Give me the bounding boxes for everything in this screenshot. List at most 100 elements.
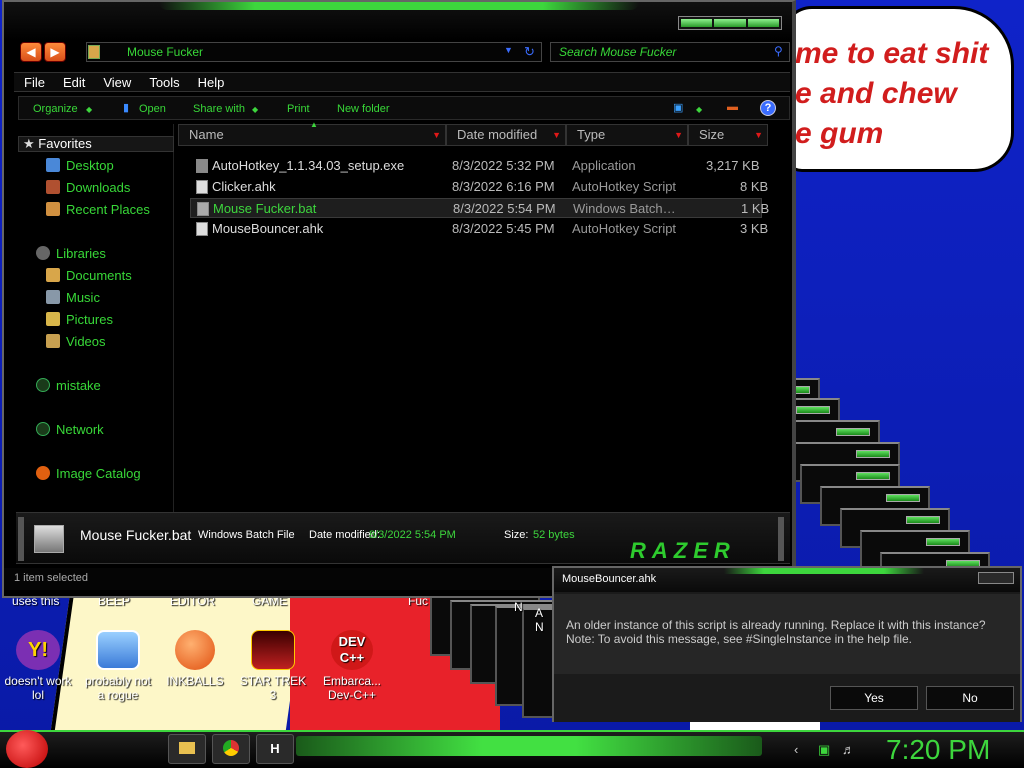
- view-icon[interactable]: ▣: [673, 101, 683, 114]
- chevron-down-icon[interactable]: ▼: [504, 45, 513, 55]
- navigation-pane: ★ Favorites Desktop Downloads Recent Pla…: [12, 124, 174, 512]
- menu-file[interactable]: File: [14, 73, 53, 91]
- titlebar-glow: [159, 2, 639, 10]
- search-input[interactable]: Search Mouse Fucker: [550, 42, 790, 62]
- desktop-label: A: [535, 606, 544, 620]
- open-button[interactable]: Open: [139, 103, 166, 115]
- help-icon[interactable]: ?: [760, 100, 776, 116]
- music-icon: [46, 290, 60, 304]
- favorites-header[interactable]: ★ Favorites: [18, 136, 174, 152]
- desktop-icon-rogue[interactable]: probably not a rogue: [80, 630, 156, 702]
- star-wars-icon: [251, 630, 295, 670]
- new-folder-button[interactable]: New folder: [337, 103, 390, 115]
- start-button[interactable]: [6, 730, 48, 768]
- sidebar-item-documents[interactable]: Documents: [46, 268, 132, 283]
- documents-icon: [46, 268, 60, 282]
- column-type[interactable]: Type ▼: [566, 124, 688, 146]
- sidebar-item-network[interactable]: Network: [36, 422, 104, 437]
- column-size[interactable]: Size ▼: [688, 124, 768, 146]
- sidebar-item-label: Network: [56, 422, 104, 437]
- sidebar-item-label: Recent Places: [66, 202, 150, 217]
- file-size: 3,217 KB: [706, 158, 760, 173]
- show-hidden-icons[interactable]: ‹: [794, 742, 798, 757]
- volume-icon[interactable]: ♬: [842, 742, 855, 757]
- recent-places-icon: [46, 202, 60, 216]
- desktop-icon-startrek[interactable]: STAR TREK 3: [235, 630, 311, 702]
- file-date: 8/3/2022 5:54 PM: [453, 201, 556, 216]
- file-date: 8/3/2022 5:45 PM: [452, 221, 555, 236]
- ahk-script-icon: [196, 222, 208, 236]
- minimize-button[interactable]: [681, 19, 713, 27]
- print-button[interactable]: Print: [287, 103, 310, 115]
- details-date-value: 8/3/2022 5:54 PM: [369, 529, 456, 541]
- sidebar-item-music[interactable]: Music: [46, 290, 100, 305]
- sidebar-item-libraries[interactable]: Libraries: [36, 246, 106, 261]
- sidebar-item-recent[interactable]: Recent Places: [46, 202, 150, 217]
- desktop-icon-label: Embarca... Dev-C++: [322, 674, 382, 702]
- file-name: Mouse Fucker.bat: [213, 201, 317, 216]
- search-icon[interactable]: ⚲: [774, 44, 783, 58]
- sort-arrow-icon: ▼: [432, 130, 441, 140]
- taskbar-clock[interactable]: 7:20 PM: [886, 734, 990, 766]
- taskbar-glow: [296, 736, 762, 756]
- wallpaper-speech-bubble: me to eat shit e and chew e gum: [782, 6, 1014, 172]
- file-row[interactable]: AutoHotkey_1.1.34.03_setup.exe 8/3/2022 …: [190, 156, 762, 176]
- file-name: AutoHotkey_1.1.34.03_setup.exe: [212, 158, 405, 173]
- action-center-icon[interactable]: ▣: [818, 742, 830, 758]
- sidebar-item-desktop[interactable]: Desktop: [46, 158, 114, 173]
- menu-help[interactable]: Help: [188, 73, 233, 91]
- file-row-selected[interactable]: Mouse Fucker.bat 8/3/2022 5:54 PM Window…: [190, 198, 769, 218]
- dialog-note: Note: To avoid this message, see #Single…: [566, 632, 912, 646]
- downloads-icon: [46, 180, 60, 194]
- folder-icon: [179, 742, 195, 754]
- desktop-icon-label: STAR TREK 3: [239, 674, 307, 702]
- sidebar-item-videos[interactable]: Videos: [46, 334, 106, 349]
- view-dropdown-icon[interactable]: ◆: [696, 105, 702, 114]
- libraries-icon: [36, 246, 50, 260]
- taskbar-autohotkey[interactable]: H: [256, 734, 294, 764]
- column-date-modified[interactable]: Date modified ▼: [446, 124, 566, 146]
- image-catalog-icon: [36, 466, 50, 480]
- sidebar-item-pictures[interactable]: Pictures: [46, 312, 113, 327]
- address-bar[interactable]: Mouse Fucker: [86, 42, 542, 62]
- dropdown-icon: ◆: [86, 105, 93, 114]
- forward-button[interactable]: ▶: [44, 42, 66, 62]
- dialog-body: An older instance of this script is alre…: [554, 594, 1020, 674]
- sidebar-item-label: Videos: [66, 334, 106, 349]
- details-size-label: Size:: [504, 529, 529, 541]
- sidebar-item-downloads[interactable]: Downloads: [46, 180, 130, 195]
- file-row[interactable]: MouseBouncer.ahk 8/3/2022 5:45 PM AutoHo…: [190, 219, 768, 239]
- organize-button[interactable]: Organize: [33, 103, 78, 115]
- yes-button[interactable]: Yes: [830, 686, 918, 710]
- refresh-icon[interactable]: ↻: [524, 44, 535, 60]
- sidebar-item-image-catalog[interactable]: Image Catalog: [36, 466, 141, 481]
- dialog-close-button[interactable]: [978, 572, 1014, 584]
- file-type: Windows Batch…: [573, 201, 676, 216]
- desktop-icon-yahoo[interactable]: Y! doesn't work lol: [0, 630, 76, 702]
- taskbar-explorer[interactable]: [168, 734, 206, 764]
- file-type: AutoHotkey Script: [572, 221, 677, 236]
- sidebar-item-mistake[interactable]: mistake: [36, 378, 101, 393]
- details-left-edge: [18, 517, 24, 561]
- taskbar-chrome[interactable]: [212, 734, 250, 764]
- column-label: Type: [577, 127, 606, 142]
- sidebar-item-label: Libraries: [56, 246, 106, 261]
- preview-pane-icon[interactable]: ▬: [727, 101, 738, 113]
- close-button[interactable]: [747, 19, 779, 27]
- maximize-button[interactable]: [714, 19, 746, 27]
- dropdown-icon: ◆: [252, 105, 259, 114]
- back-button[interactable]: ◀: [20, 42, 42, 62]
- no-button[interactable]: No: [926, 686, 1014, 710]
- file-date: 8/3/2022 5:32 PM: [452, 158, 555, 173]
- menu-tools[interactable]: Tools: [139, 73, 187, 91]
- window-controls[interactable]: [678, 16, 782, 30]
- file-row[interactable]: Clicker.ahk 8/3/2022 6:16 PM AutoHotkey …: [190, 177, 768, 197]
- bubble-line-2: e and chew: [795, 77, 957, 110]
- sidebar-item-label: Documents: [66, 268, 132, 283]
- menu-edit[interactable]: Edit: [53, 73, 93, 91]
- desktop-icon-devcpp[interactable]: DEV C++ Embarca... Dev-C++: [314, 630, 390, 702]
- desktop-icon-inkballs[interactable]: INKBALLS: [157, 630, 233, 688]
- menu-view[interactable]: View: [93, 73, 139, 91]
- share-with-button[interactable]: Share with: [193, 103, 245, 115]
- dialog-message: An older instance of this script is alre…: [566, 618, 986, 632]
